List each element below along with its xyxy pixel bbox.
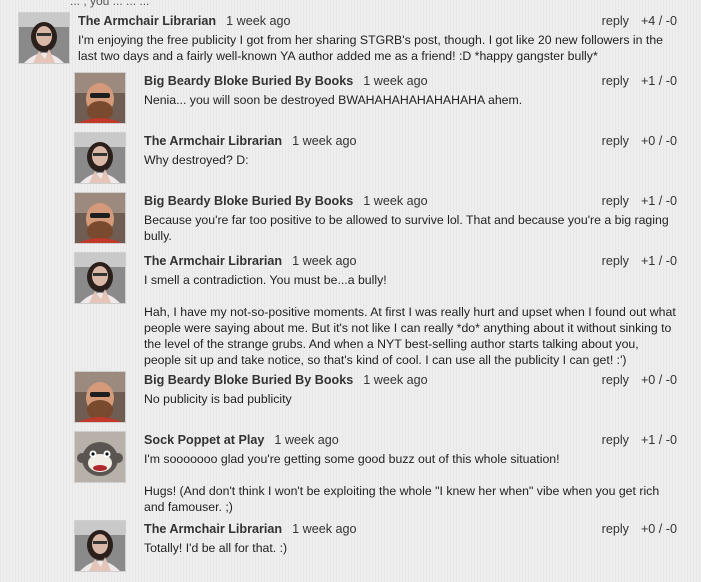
avatar[interactable] xyxy=(74,192,126,244)
timestamp[interactable]: 1 week ago xyxy=(363,74,427,88)
timestamp[interactable]: 1 week ago xyxy=(292,134,356,148)
author-link[interactable]: Big Beardy Bloke Buried By Books xyxy=(144,194,353,208)
comment-actions: reply +1 / -0 xyxy=(602,252,677,270)
comment-header: Big Beardy Bloke Buried By Books 1 week a… xyxy=(144,192,677,210)
comment-actions: reply +1 / -0 xyxy=(602,72,677,90)
comment-body: Totally! I'd be all for that. :) xyxy=(144,540,677,556)
timestamp[interactable]: 1 week ago xyxy=(226,14,290,28)
comment-paragraph: Why destroyed? D: xyxy=(144,153,249,167)
reply-link[interactable]: reply xyxy=(602,134,629,148)
vote-count: +1 / -0 xyxy=(640,433,677,447)
comment-body: I'm enjoying the free publicity I got fr… xyxy=(78,32,677,64)
comment-content: The Armchair Librarian 1 week ago reply +1… xyxy=(144,252,677,368)
comment-content: The Armchair Librarian 1 week ago reply +0… xyxy=(144,520,677,556)
reply-link[interactable]: reply xyxy=(602,254,629,268)
author-link[interactable]: The Armchair Librarian xyxy=(144,254,282,268)
vote-count: +0 / -0 xyxy=(640,134,677,148)
avatar-beardy-image xyxy=(75,372,125,422)
comment-paragraph: Totally! I'd be all for that. :) xyxy=(144,541,288,555)
avatar-librarian-image xyxy=(19,13,69,63)
comment-paragraph: I'm sooooooo glad you're getting some go… xyxy=(144,452,560,466)
vote-count: +1 / -0 xyxy=(640,194,677,208)
comment-paragraph: Nenia... you will soon be destroyed BWAH… xyxy=(144,93,523,107)
timestamp[interactable]: 1 week ago xyxy=(292,522,356,536)
comment-header: The Armchair Librarian 1 week ago reply +0… xyxy=(144,520,677,538)
avatar-sock-monkey-image xyxy=(75,432,125,482)
comment-header: The Armchair Librarian 1 week ago reply +1… xyxy=(144,252,677,270)
comment-header: Big Beardy Bloke Buried By Books 1 week a… xyxy=(144,371,677,389)
comment-actions: reply +0 / -0 xyxy=(602,520,677,538)
reply-link[interactable]: reply xyxy=(602,194,629,208)
avatar-librarian-image xyxy=(75,521,125,571)
reply-link[interactable]: reply xyxy=(602,433,629,447)
avatar[interactable] xyxy=(74,520,126,572)
comment-header: Sock Poppet at Play 1 week ago reply +1 / … xyxy=(144,431,677,449)
reply-link[interactable]: reply xyxy=(602,373,629,387)
vote-count: +1 / -0 xyxy=(640,74,677,88)
comment-content: The Armchair Librarian 1 week ago reply +4… xyxy=(78,12,677,64)
comment-content: The Armchair Librarian 1 week ago reply +0… xyxy=(144,132,677,168)
comment-header: The Armchair Librarian 1 week ago reply +4… xyxy=(78,12,677,30)
author-link[interactable]: The Armchair Librarian xyxy=(144,134,282,148)
timestamp[interactable]: 1 week ago xyxy=(292,254,356,268)
vote-count: +1 / -0 xyxy=(640,254,677,268)
avatar-beardy-image xyxy=(75,193,125,243)
avatar[interactable] xyxy=(74,132,126,184)
avatar[interactable] xyxy=(74,252,126,304)
comment-actions: reply +0 / -0 xyxy=(602,371,677,389)
reply-link[interactable]: reply xyxy=(602,14,629,28)
comment-body: No publicity is bad publicity xyxy=(144,391,677,407)
comment-paragraph: Hah, I have my not-so-positive moments. … xyxy=(144,305,676,367)
comment-body: Why destroyed? D: xyxy=(144,152,677,168)
avatar[interactable] xyxy=(74,431,126,483)
author-link[interactable]: The Armchair Librarian xyxy=(144,522,282,536)
avatar-beardy-image xyxy=(75,73,125,123)
reply-link[interactable]: reply xyxy=(602,522,629,536)
avatar[interactable] xyxy=(74,371,126,423)
comment-paragraph: I'm enjoying the free publicity I got fr… xyxy=(78,33,663,63)
comment-body: Nenia... you will soon be destroyed BWAH… xyxy=(144,92,677,108)
comment-body: Because you're far too positive to be al… xyxy=(144,212,677,244)
comment-paragraph: Because you're far too positive to be al… xyxy=(144,213,669,243)
comment-content: Big Beardy Bloke Buried By Books 1 week a… xyxy=(144,371,677,407)
comment-body: I smell a contradiction. You must be...a… xyxy=(144,272,677,368)
vote-count: +0 / -0 xyxy=(640,522,677,536)
comment-header: Big Beardy Bloke Buried By Books 1 week a… xyxy=(144,72,677,90)
comment-header: The Armchair Librarian 1 week ago reply +0… xyxy=(144,132,677,150)
author-link[interactable]: Big Beardy Bloke Buried By Books xyxy=(144,74,353,88)
previous-comment-fragment: ... , you ... ... ... xyxy=(70,0,150,8)
author-link[interactable]: Sock Poppet at Play xyxy=(144,433,264,447)
author-link[interactable]: The Armchair Librarian xyxy=(78,14,216,28)
comment-actions: reply +1 / -0 xyxy=(602,431,677,449)
comment-actions: reply +0 / -0 xyxy=(602,132,677,150)
avatar[interactable] xyxy=(18,12,70,64)
comment-content: Big Beardy Bloke Buried By Books 1 week a… xyxy=(144,72,677,108)
comment-content: Big Beardy Bloke Buried By Books 1 week a… xyxy=(144,192,677,244)
comment-actions: reply +1 / -0 xyxy=(602,192,677,210)
reply-link[interactable]: reply xyxy=(602,74,629,88)
comment-paragraph: No publicity is bad publicity xyxy=(144,392,292,406)
avatar-librarian-image xyxy=(75,133,125,183)
vote-count: +0 / -0 xyxy=(640,373,677,387)
comment-paragraph: I smell a contradiction. You must be...a… xyxy=(144,273,387,287)
vote-count: +4 / -0 xyxy=(640,14,677,28)
timestamp[interactable]: 1 week ago xyxy=(274,433,338,447)
comment-actions: reply +4 / -0 xyxy=(602,12,677,30)
comment-content: Sock Poppet at Play 1 week ago reply +1 / … xyxy=(144,431,677,515)
timestamp[interactable]: 1 week ago xyxy=(363,373,427,387)
comment-body: I'm sooooooo glad you're getting some go… xyxy=(144,451,677,515)
comment-paragraph: Hugs! (And don't think I won't be exploi… xyxy=(144,484,660,514)
avatar[interactable] xyxy=(74,72,126,124)
author-link[interactable]: Big Beardy Bloke Buried By Books xyxy=(144,373,353,387)
avatar-librarian-image xyxy=(75,253,125,303)
timestamp[interactable]: 1 week ago xyxy=(363,194,427,208)
